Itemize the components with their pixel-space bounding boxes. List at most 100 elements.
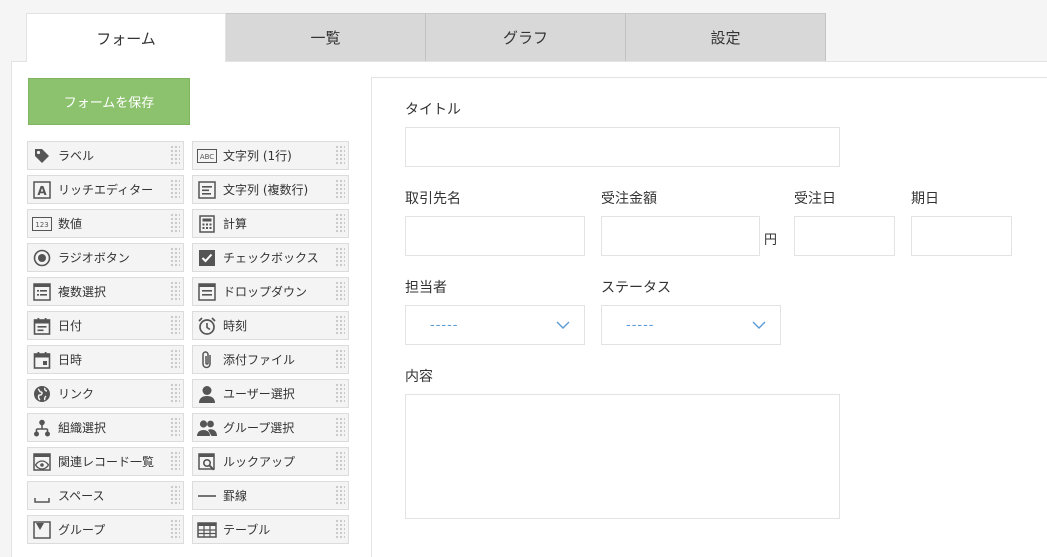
palette-item-dropdown[interactable]: ドロップダウン: [192, 277, 349, 306]
paperclip-icon: [197, 350, 217, 370]
palette-item-organization-select[interactable]: 組織選択: [27, 413, 184, 442]
drag-handle[interactable]: [170, 179, 180, 200]
tab-settings[interactable]: 設定: [626, 13, 826, 61]
order-date-input[interactable]: [794, 216, 895, 256]
due-date-input[interactable]: [911, 216, 1012, 256]
client-input[interactable]: [405, 216, 585, 256]
palette-item-user-select[interactable]: ユーザー選択: [192, 379, 349, 408]
palette-item-label[interactable]: ラベル: [27, 141, 184, 170]
palette-item-radio-button[interactable]: ラジオボタン: [27, 243, 184, 272]
amount-unit: 円: [764, 233, 778, 248]
drag-handle[interactable]: [170, 417, 180, 438]
palette-item-label-text: テーブル: [223, 523, 271, 537]
palette-item-calculation[interactable]: 計算: [192, 209, 349, 238]
owner-dropdown[interactable]: -----: [405, 305, 585, 345]
amount-field-label: 受注金額: [601, 191, 657, 207]
palette-item-rich-editor[interactable]: A リッチエディター: [27, 175, 184, 204]
drag-handle[interactable]: [170, 213, 180, 234]
palette-item-date[interactable]: 日付: [27, 311, 184, 340]
palette-item-label-text: ユーザー選択: [223, 387, 295, 401]
save-form-button[interactable]: フォームを保存: [28, 78, 190, 125]
palette-item-single-line-text[interactable]: ABC 文字列 (1行): [192, 141, 349, 170]
horizontal-rule-icon: [197, 486, 217, 506]
palette-item-multi-select[interactable]: 複数選択: [27, 277, 184, 306]
palette-item-table[interactable]: テーブル: [192, 515, 349, 544]
drag-handle[interactable]: [170, 451, 180, 472]
drag-handle[interactable]: [335, 179, 345, 200]
label-tag-icon: [32, 146, 52, 166]
svg-text:ABC: ABC: [200, 153, 214, 161]
group-icon: [197, 418, 217, 438]
multiline-text-icon: [197, 180, 217, 200]
palette-item-label-text: グループ: [58, 523, 106, 537]
abc-text-icon: ABC: [197, 146, 217, 166]
alarm-clock-icon: [197, 316, 217, 336]
drag-handle[interactable]: [335, 485, 345, 506]
palette-item-label-text: 文字列 (複数行): [223, 183, 309, 197]
svg-text:A: A: [37, 184, 47, 198]
palette-item-label-text: ラジオボタン: [58, 251, 130, 265]
status-dropdown-value: -----: [626, 317, 655, 333]
drag-handle[interactable]: [335, 315, 345, 336]
drag-handle[interactable]: [170, 383, 180, 404]
dropdown-icon: [197, 282, 217, 302]
number-123-icon: 123: [32, 214, 52, 234]
palette-item-label-text: 組織選択: [58, 421, 107, 435]
drag-handle[interactable]: [170, 315, 180, 336]
table-icon: [197, 520, 217, 540]
palette-item-border[interactable]: 罫線: [192, 481, 349, 510]
palette-item-label-text: 時刻: [223, 319, 248, 333]
palette-item-related-records[interactable]: 関連レコード一覧: [27, 447, 184, 476]
palette-item-datetime[interactable]: 日時: [27, 345, 184, 374]
drag-handle[interactable]: [335, 213, 345, 234]
tab-list-label: 一覧: [310, 29, 341, 47]
related-records-icon: [32, 452, 52, 472]
status-field-label: ステータス: [601, 280, 671, 296]
drag-handle[interactable]: [170, 485, 180, 506]
palette-item-label-text: 添付ファイル: [223, 353, 296, 367]
chevron-down-icon: [556, 317, 570, 337]
palette-item-multi-line-text[interactable]: 文字列 (複数行): [192, 175, 349, 204]
drag-handle[interactable]: [335, 247, 345, 268]
drag-handle[interactable]: [335, 417, 345, 438]
palette-item-group-select[interactable]: グループ選択: [192, 413, 349, 442]
drag-handle[interactable]: [170, 519, 180, 540]
palette-item-lookup[interactable]: ルックアップ: [192, 447, 349, 476]
client-field-label: 取引先名: [405, 191, 461, 207]
tab-graph[interactable]: グラフ: [426, 13, 626, 61]
palette-item-attachment[interactable]: 添付ファイル: [192, 345, 349, 374]
palette-item-label-text: スペース: [58, 489, 105, 503]
drag-handle[interactable]: [170, 145, 180, 166]
tab-settings-label: 設定: [710, 29, 741, 47]
drag-handle[interactable]: [335, 383, 345, 404]
drag-handle[interactable]: [170, 281, 180, 302]
palette-item-label-text: 文字列 (1行): [223, 149, 292, 163]
palette-item-group[interactable]: グループ: [27, 515, 184, 544]
drag-handle[interactable]: [335, 281, 345, 302]
drag-handle[interactable]: [335, 451, 345, 472]
palette-item-label-text: ラベル: [58, 149, 95, 163]
palette-item-label-text: ルックアップ: [223, 455, 296, 469]
palette-item-space[interactable]: スペース: [27, 481, 184, 510]
drag-handle[interactable]: [170, 349, 180, 370]
palette-item-checkbox[interactable]: チェックボックス: [192, 243, 349, 272]
status-dropdown[interactable]: -----: [601, 305, 781, 345]
palette-item-label-text: 日付: [58, 319, 83, 333]
svg-text:123: 123: [35, 221, 48, 229]
tab-list[interactable]: 一覧: [226, 13, 426, 61]
amount-input[interactable]: [601, 216, 760, 256]
drag-handle[interactable]: [170, 247, 180, 268]
tab-graph-label: グラフ: [502, 29, 548, 47]
palette-item-time[interactable]: 時刻: [192, 311, 349, 340]
palette-item-number[interactable]: 123 数値: [27, 209, 184, 238]
drag-handle[interactable]: [335, 519, 345, 540]
title-input[interactable]: [405, 127, 840, 167]
palette-item-label-text: 日時: [58, 353, 83, 367]
drag-handle[interactable]: [335, 145, 345, 166]
palette-item-link[interactable]: リンク: [27, 379, 184, 408]
rich-editor-icon: A: [32, 180, 52, 200]
drag-handle[interactable]: [335, 349, 345, 370]
tab-form[interactable]: フォーム: [26, 13, 226, 62]
palette-item-label-text: ドロップダウン: [223, 285, 308, 299]
content-textarea[interactable]: [405, 394, 840, 519]
